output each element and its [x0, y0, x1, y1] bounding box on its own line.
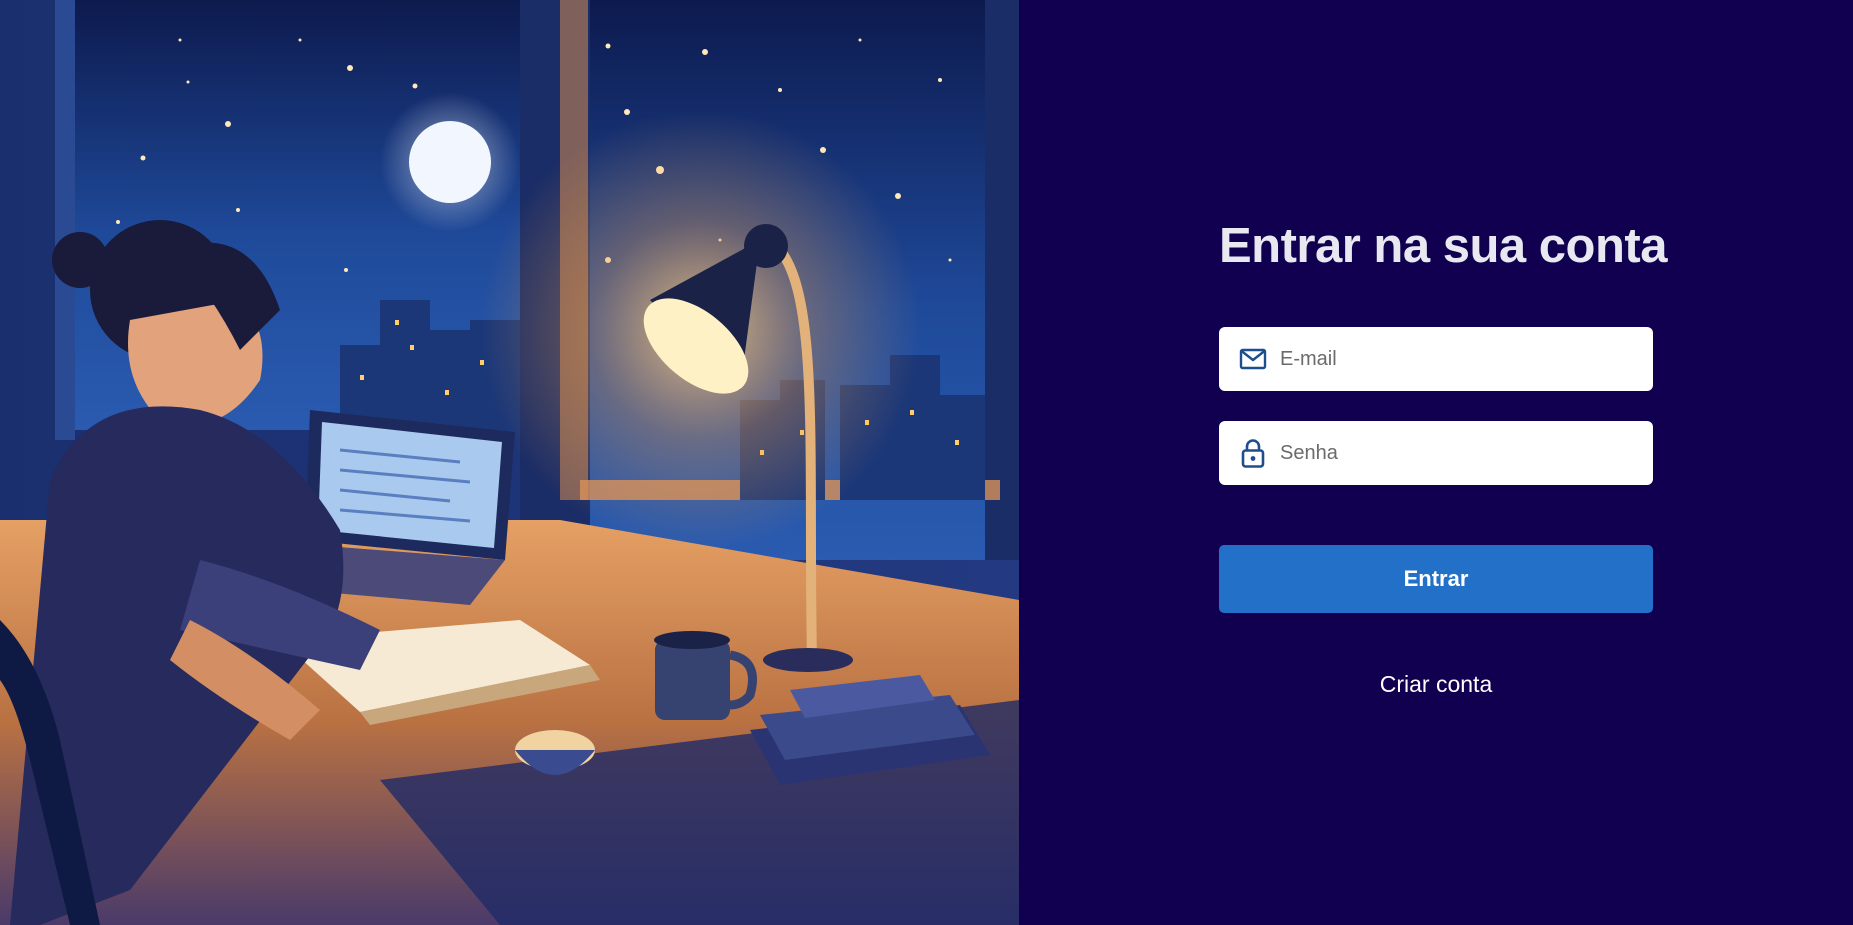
password-input[interactable]	[1278, 422, 1639, 484]
login-panel: Entrar na sua conta E-mail Entrar Criar …	[1019, 0, 1853, 925]
login-button[interactable]: Entrar	[1219, 545, 1653, 613]
password-field[interactable]	[1219, 421, 1653, 485]
page-title: Entrar na sua conta	[1219, 219, 1667, 273]
envelope-icon	[1238, 344, 1268, 374]
email-field[interactable]	[1219, 327, 1653, 391]
hero-illustration	[0, 0, 1019, 925]
lock-icon	[1238, 438, 1268, 468]
email-input[interactable]	[1278, 328, 1639, 390]
night-study-illustration	[0, 0, 1019, 925]
create-account-link[interactable]: Criar conta	[1219, 671, 1653, 698]
login-page: Entrar na sua conta E-mail Entrar Criar …	[0, 0, 1853, 925]
login-form: Entrar na sua conta E-mail Entrar Criar …	[1219, 215, 1667, 698]
